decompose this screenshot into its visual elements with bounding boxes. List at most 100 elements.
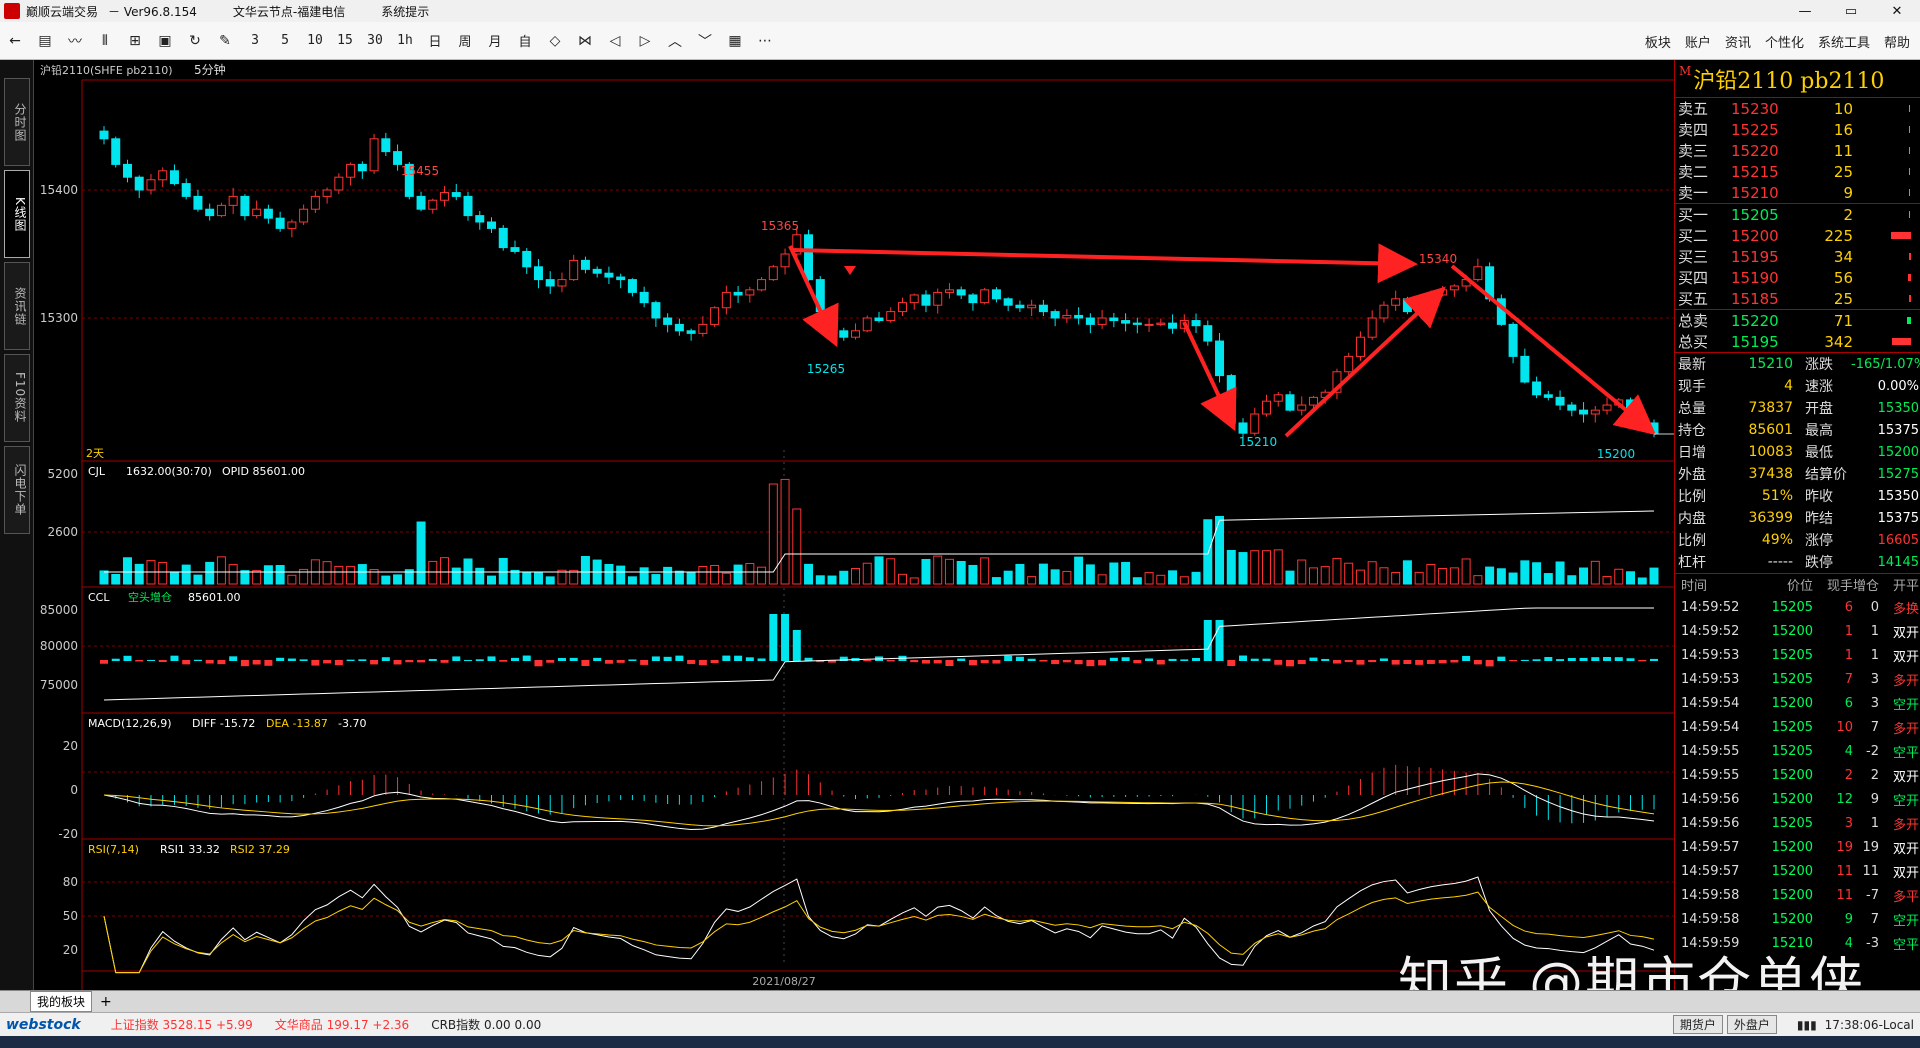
macd-title[interactable]: MACD(12,26,9) <box>88 717 172 730</box>
menu-system-tools[interactable]: 系统工具 <box>1818 32 1870 51</box>
trade-row[interactable]: 14:59:55 15205 4 -2 空平 <box>1675 739 1920 763</box>
system-menu-label[interactable]: 系统提示 <box>381 3 429 20</box>
close-button[interactable]: ✕ <box>1874 0 1920 22</box>
volume-bar <box>991 577 1001 585</box>
ask-row[interactable]: 卖一 15210 9 <box>1675 182 1920 203</box>
split-icon[interactable]: ⊞ <box>120 26 150 56</box>
candle-body <box>99 130 109 140</box>
maximize-button[interactable]: ▭ <box>1828 0 1874 22</box>
period-30[interactable]: 30 <box>360 26 390 56</box>
trade-volume: 7 <box>1844 671 1853 687</box>
next-icon[interactable]: ▷ <box>630 26 660 56</box>
bid-row[interactable]: 买三 15195 34 <box>1675 246 1920 267</box>
trade-row[interactable]: 14:59:54 15205 10 7 多开 <box>1675 715 1920 739</box>
menu-account[interactable]: 账户 <box>1685 32 1711 51</box>
back-icon[interactable]: ← <box>0 26 30 56</box>
period-day[interactable]: 日 <box>420 26 450 56</box>
tab-my-sector[interactable]: 我的板块 <box>30 991 93 1012</box>
kline-chart[interactable]: 沪铅2110(SHFE pb2110) 5分钟 15400 15300 5200… <box>34 60 1674 990</box>
ask-row[interactable]: 卖四 15225 16 <box>1675 119 1920 140</box>
oi-bar <box>417 660 426 663</box>
trade-row[interactable]: 14:59:55 15200 2 2 双开 <box>1675 763 1920 787</box>
minimize-button[interactable]: — <box>1782 0 1828 22</box>
trade-row[interactable]: 14:59:54 15200 6 3 空开 <box>1675 691 1920 715</box>
ask-row[interactable]: 卖二 15215 25 <box>1675 161 1920 182</box>
bowtie-icon[interactable]: ⋈ <box>570 26 600 56</box>
volume-bar <box>1273 549 1283 585</box>
ask-row[interactable]: 卖五 15230 10 <box>1675 98 1920 119</box>
line-chart-icon[interactable]: 〰 <box>60 26 90 56</box>
trade-price: 15200 <box>1771 911 1813 927</box>
index-wenhua[interactable]: 文华商品 199.17 +2.36 <box>275 1016 409 1033</box>
trade-row[interactable]: 14:59:58 15200 9 7 空开 <box>1675 907 1920 931</box>
oi-bar <box>1391 660 1400 665</box>
prev-icon[interactable]: ◁ <box>600 26 630 56</box>
menu-personalize[interactable]: 个性化 <box>1765 32 1804 51</box>
menu-news[interactable]: 资讯 <box>1725 32 1751 51</box>
diamond-icon[interactable]: ◇ <box>540 26 570 56</box>
trade-row[interactable]: 14:59:53 15205 7 3 多开 <box>1675 667 1920 691</box>
candle-body <box>1355 336 1365 357</box>
vol-title[interactable]: CJL <box>88 465 106 478</box>
add-tab-button[interactable]: + <box>100 994 112 1010</box>
period-10[interactable]: 10 <box>300 26 330 56</box>
index-crb[interactable]: CRB指数 0.00 0.00 <box>431 1016 541 1033</box>
bid-row[interactable]: 买一 15205 2 <box>1675 204 1920 225</box>
draw-icon[interactable]: ✎ <box>210 26 240 56</box>
compare-icon[interactable]: ⫴ <box>90 26 120 56</box>
period-month[interactable]: 月 <box>480 26 510 56</box>
period-5[interactable]: 5 <box>270 26 300 56</box>
period-selector[interactable]: 5分钟 <box>194 62 226 77</box>
trade-type: 双开 <box>1892 841 1919 857</box>
trade-row[interactable]: 14:59:56 15205 3 1 多开 <box>1675 811 1920 835</box>
tab-kline[interactable]: K线图 <box>4 170 30 258</box>
period-3[interactable]: 3 <box>240 26 270 56</box>
trade-row[interactable]: 14:59:53 15205 1 1 双开 <box>1675 643 1920 667</box>
tab-f10[interactable]: F10资料 <box>4 354 30 442</box>
trades-list[interactable]: 14:59:52 15205 6 0 多换 14:59:52 15200 1 1 双开 14:59:… <box>1675 595 1920 955</box>
quote-symbol: 沪铅2110 pb2110 <box>1693 68 1885 94</box>
period-week[interactable]: 周 <box>450 26 480 56</box>
menu-sector[interactable]: 板块 <box>1645 32 1671 51</box>
rsi-title[interactable]: RSI(7,14) <box>88 843 139 856</box>
save-icon[interactable]: ▣ <box>150 26 180 56</box>
left-tab-strip: 分时图 K线图 资讯链 F10资料 闪电下单 <box>0 60 34 990</box>
period-15[interactable]: 15 <box>330 26 360 56</box>
ask-row[interactable]: 卖三 15220 11 <box>1675 140 1920 161</box>
total-row[interactable]: 总买 15195 342 <box>1675 331 1920 352</box>
trade-row[interactable]: 14:59:58 15200 11 -7 多平 <box>1675 883 1920 907</box>
trade-row[interactable]: 14:59:57 15200 19 19 双开 <box>1675 835 1920 859</box>
book-totals: 总卖 15220 71 总买 15195 342 <box>1675 309 1920 352</box>
tab-news-chain[interactable]: 资讯链 <box>4 262 30 350</box>
total-row[interactable]: 总卖 15220 71 <box>1675 310 1920 331</box>
futures-account-button[interactable]: 期货户 <box>1672 1015 1723 1034</box>
tab-timeshare[interactable]: 分时图 <box>4 78 30 166</box>
tab-quick-order[interactable]: 闪电下单 <box>4 446 30 534</box>
down-icon[interactable]: ﹀ <box>690 26 720 56</box>
home-icon[interactable]: ▤ <box>30 26 60 56</box>
trade-row[interactable]: 14:59:52 15200 1 1 双开 <box>1675 619 1920 643</box>
book-price: 15220 <box>1731 311 1779 330</box>
up-icon[interactable]: ︿ <box>660 26 690 56</box>
oi-title[interactable]: CCL <box>88 591 110 604</box>
bid-row[interactable]: 买五 15185 25 <box>1675 288 1920 309</box>
period-1h[interactable]: 1h <box>390 26 420 56</box>
volume-bar <box>1555 561 1565 585</box>
bid-row[interactable]: 买二 15200 225 <box>1675 225 1920 246</box>
trade-oi: -2 <box>1866 743 1879 759</box>
trade-row[interactable]: 14:59:52 15205 6 0 多换 <box>1675 595 1920 619</box>
foreign-account-button[interactable]: 外盘户 <box>1726 1015 1777 1034</box>
volume-bar <box>275 565 285 585</box>
layout-icon[interactable]: ▦ <box>720 26 750 56</box>
index-sse[interactable]: 上证指数 3528.15 +5.99 <box>111 1016 253 1033</box>
bid-row[interactable]: 买四 15190 56 <box>1675 267 1920 288</box>
period-custom[interactable]: 自 <box>510 26 540 56</box>
refresh-icon[interactable]: ↻ <box>180 26 210 56</box>
trade-row[interactable]: 14:59:56 15200 12 9 空开 <box>1675 787 1920 811</box>
trade-row[interactable]: 14:59:57 15200 11 11 双开 <box>1675 859 1920 883</box>
book-qty: 11 <box>1833 141 1853 160</box>
volume-bar <box>545 576 555 585</box>
menu-help[interactable]: 帮助 <box>1884 32 1910 51</box>
more-icon[interactable]: ⋯ <box>750 26 780 56</box>
volume-bar <box>1449 567 1459 585</box>
